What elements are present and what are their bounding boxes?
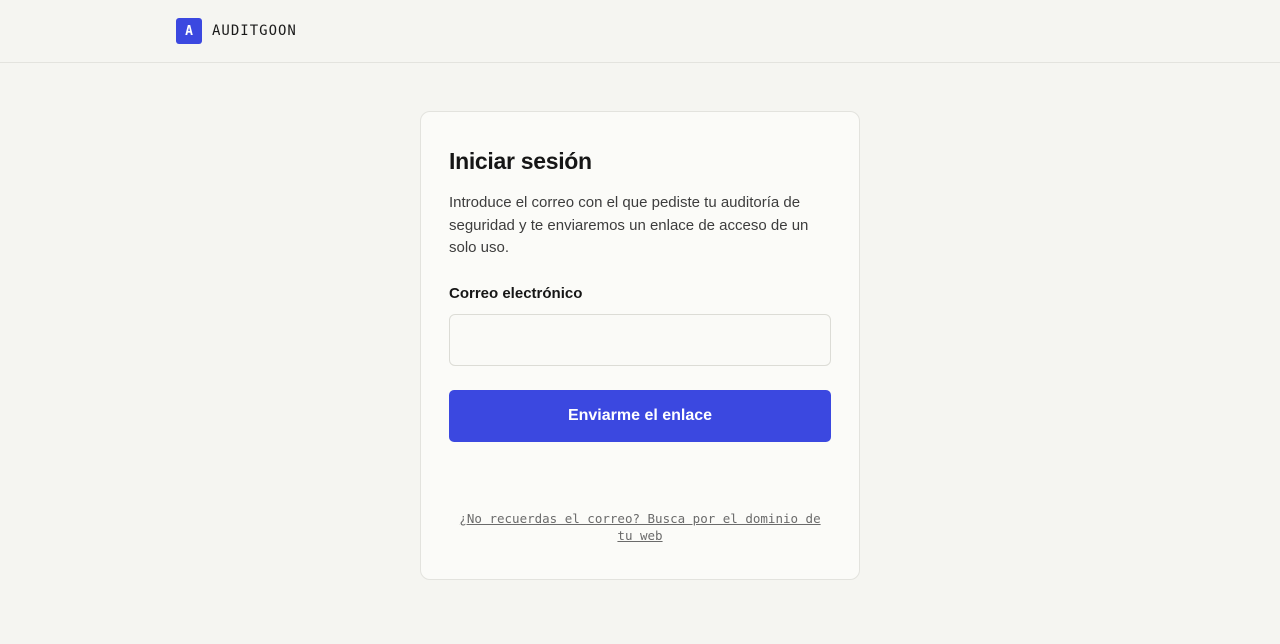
top-bar: A AUDITGOON (0, 0, 1280, 63)
login-description: Introduce el correo con el que pediste t… (449, 194, 809, 256)
email-field[interactable] (449, 314, 831, 366)
send-link-button[interactable]: Enviarme el enlace (449, 390, 831, 442)
page-title: Iniciar sesión (449, 148, 592, 174)
forgot-email-link[interactable]: ¿No recuerdas el correo? Busca por el do… (449, 510, 831, 544)
login-card: Iniciar sesión Introduce el correo con e… (420, 111, 860, 580)
brand-logo[interactable]: A AUDITGOON (176, 18, 297, 44)
logo-mark-icon: A (176, 18, 202, 44)
email-label: Correo electrónico (449, 285, 583, 302)
brand-name: AUDITGOON (212, 23, 297, 39)
